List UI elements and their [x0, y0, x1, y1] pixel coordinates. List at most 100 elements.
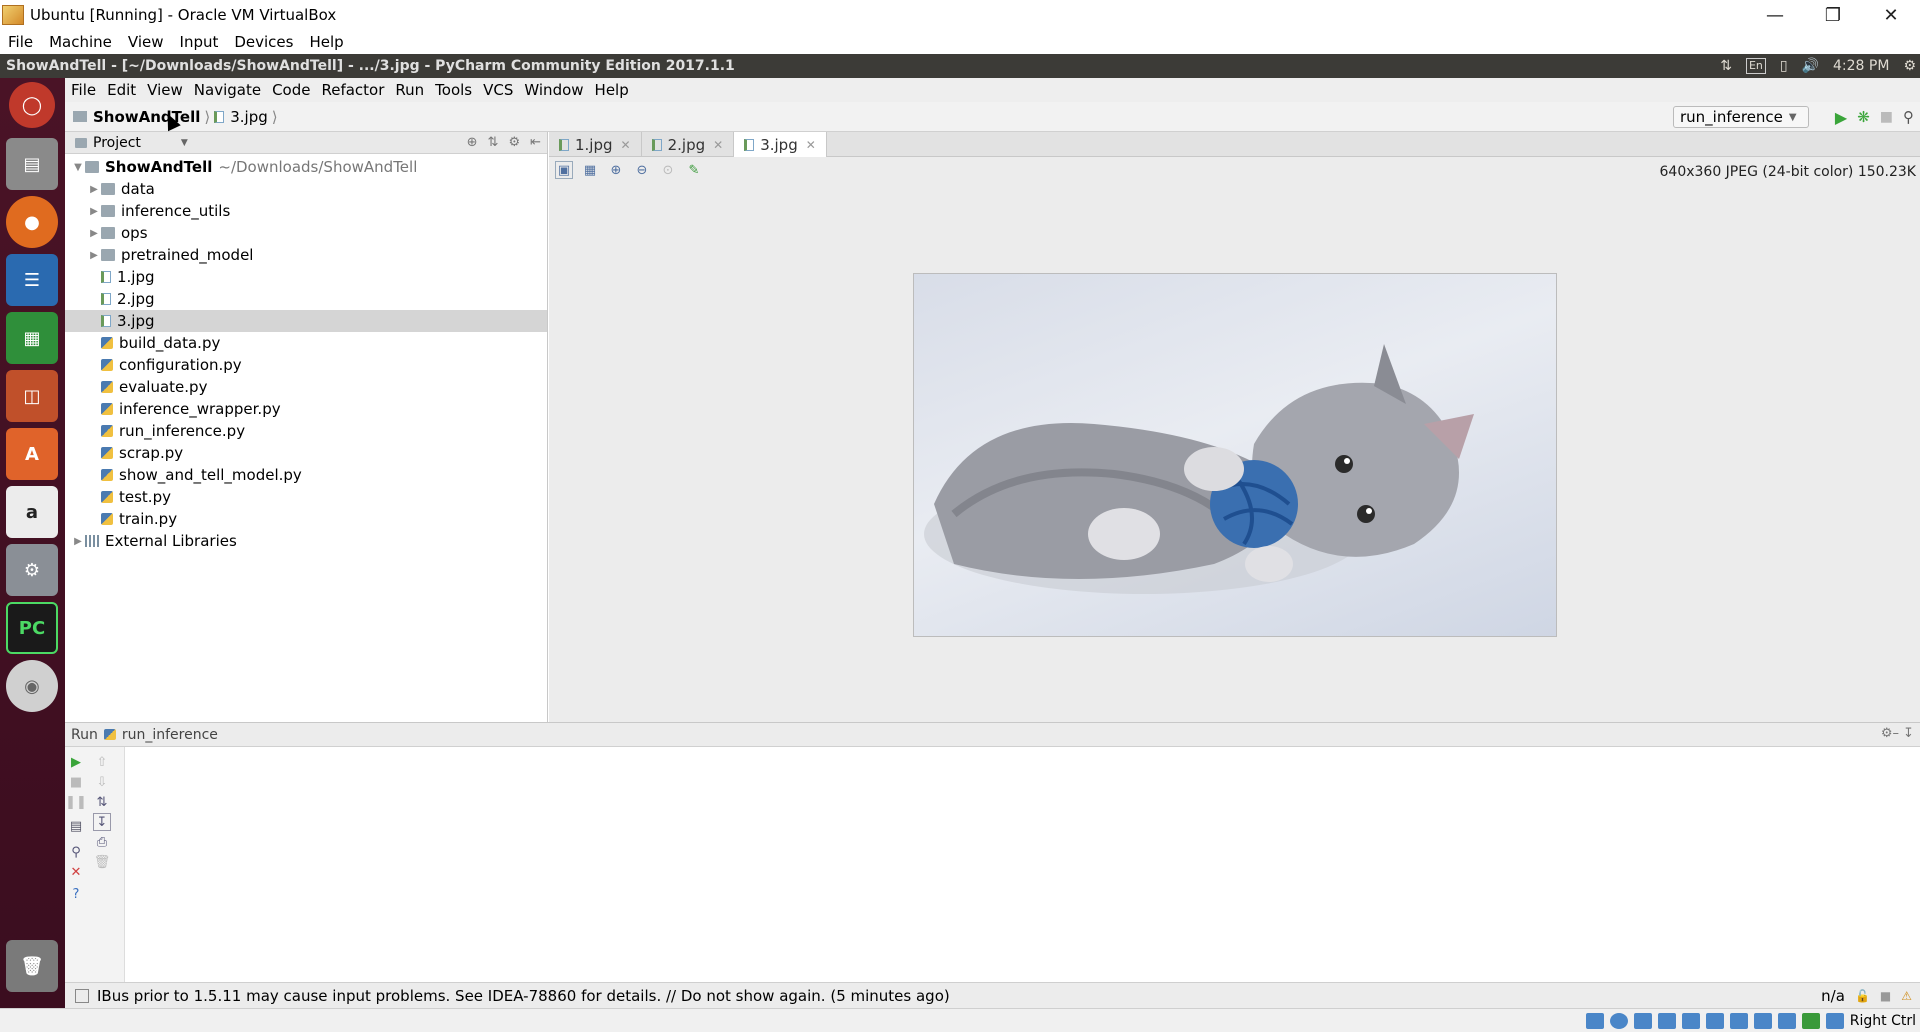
host-menu-devices[interactable]: Devices [234, 33, 293, 51]
host-menu-machine[interactable]: Machine [49, 33, 112, 51]
tree-file-scrap-py[interactable]: scrap.py [65, 442, 547, 464]
tool-windows-icon[interactable] [75, 988, 89, 1003]
run-panel-settings-icon[interactable]: ⚙– ↧ [1881, 726, 1914, 741]
debug-icon[interactable]: ❋ [1857, 108, 1870, 126]
tree-file-run-inference-py[interactable]: run_inference.py [65, 420, 547, 442]
host-menu-file[interactable]: File [8, 33, 33, 51]
tree-file-build-data-py[interactable]: build_data.py [65, 332, 547, 354]
run-icon[interactable]: ▶ [1835, 108, 1847, 127]
menu-view[interactable]: View [147, 81, 183, 99]
status-message[interactable]: IBus prior to 1.5.11 may cause input pro… [97, 987, 950, 1005]
actual-size-icon[interactable]: ⊙ [659, 161, 677, 179]
tree-folder-data[interactable]: ▶ data [65, 178, 547, 200]
trash-icon[interactable]: 🗑 [93, 853, 111, 871]
pycharm-icon[interactable]: PC [6, 602, 58, 654]
host-menu-input[interactable]: Input [180, 33, 219, 51]
system-gear-icon[interactable]: ⚙ [1903, 58, 1916, 74]
network-icon[interactable]: ⇅ [1720, 58, 1732, 74]
tree-file-inference-wrapper-py[interactable]: inference_wrapper.py [65, 398, 547, 420]
tree-file-show-and-tell-model-py[interactable]: show_and_tell_model.py [65, 464, 547, 486]
tree-file-train-py[interactable]: train.py [65, 508, 547, 530]
search-icon[interactable]: ⚲ [1903, 108, 1914, 126]
tab-1-jpg[interactable]: 1.jpg ✕ [549, 132, 642, 157]
breadcrumb-project[interactable]: ShowAndTell [93, 108, 200, 126]
color-picker-icon[interactable]: ✎ [685, 161, 703, 179]
shared-folders-icon[interactable] [1705, 1012, 1724, 1029]
run-configuration-select[interactable]: run_inference ▼ [1673, 106, 1809, 128]
chevron-down-icon[interactable]: ▼ [181, 138, 188, 148]
hide-panel-icon[interactable]: ⇤ [530, 135, 541, 150]
tree-folder-inference-utils[interactable]: ▶ inference_utils [65, 200, 547, 222]
pin-tab-icon[interactable]: ⚲ [67, 843, 85, 861]
print-icon[interactable]: ⎙ [93, 833, 111, 851]
dvd-icon[interactable]: ◉ [6, 660, 58, 712]
menu-file[interactable]: File [71, 81, 96, 99]
restore-button[interactable]: ❐ [1804, 0, 1862, 30]
battery-icon[interactable]: ▯ [1780, 58, 1788, 74]
menu-refactor[interactable]: Refactor [321, 81, 384, 99]
optical-drive-icon[interactable] [1609, 1012, 1628, 1029]
close-tab-icon[interactable]: ✕ [806, 138, 816, 152]
mouse-integration-icon[interactable] [1801, 1012, 1820, 1029]
tab-2-jpg[interactable]: 2.jpg ✕ [642, 132, 735, 157]
tree-file-1-jpg[interactable]: 1.jpg [65, 266, 547, 288]
zoom-in-icon[interactable]: ⊕ [607, 161, 625, 179]
menu-vcs[interactable]: VCS [483, 81, 513, 99]
scroll-to-end-icon[interactable]: ↧ [93, 813, 111, 831]
display-icon[interactable] [1729, 1012, 1748, 1029]
ubuntu-dash-icon[interactable]: ◯ [9, 82, 55, 128]
collapsed-arrow-icon[interactable]: ▶ [87, 228, 101, 239]
tree-folder-pretrained-model[interactable]: ▶ pretrained_model [65, 244, 547, 266]
collapsed-arrow-icon[interactable]: ▶ [87, 206, 101, 217]
collapse-all-icon[interactable]: ⇅ [488, 135, 499, 150]
keyboard-capture-icon[interactable] [1825, 1012, 1844, 1029]
up-arrow-icon[interactable]: ⇧ [93, 753, 111, 771]
menu-code[interactable]: Code [272, 81, 310, 99]
collapsed-arrow-icon[interactable]: ▶ [87, 184, 101, 195]
tree-root[interactable]: ▼ ShowAndTell ~/Downloads/ShowAndTell [65, 156, 547, 178]
system-settings-icon[interactable]: ⚙ [6, 544, 58, 596]
menu-tools[interactable]: Tools [435, 81, 472, 99]
close-icon[interactable]: ✕ [67, 863, 85, 881]
close-tab-icon[interactable]: ✕ [621, 138, 631, 152]
video-capture-icon[interactable] [1753, 1012, 1772, 1029]
tab-3-jpg[interactable]: 3.jpg ✕ [734, 132, 827, 157]
virtualization-icon[interactable] [1777, 1012, 1796, 1029]
breadcrumb-file[interactable]: 3.jpg [230, 108, 268, 126]
software-center-icon[interactable]: A [6, 428, 58, 480]
trash-icon[interactable]: 🗑 [6, 940, 58, 992]
firefox-icon[interactable]: ● [6, 196, 58, 248]
rerun-icon[interactable]: ▶ [67, 753, 85, 771]
restore-layout-icon[interactable]: ▤ [67, 817, 85, 835]
expand-arrow-icon[interactable]: ▼ [71, 162, 85, 173]
grid-toggle-icon[interactable]: ▦ [581, 161, 599, 179]
down-arrow-icon[interactable]: ⇩ [93, 773, 111, 791]
project-panel-title[interactable]: Project [93, 135, 141, 151]
stop-icon[interactable]: ■ [1880, 109, 1893, 125]
volume-icon[interactable]: 🔊 [1802, 58, 1819, 74]
audio-icon[interactable] [1633, 1012, 1652, 1029]
keyboard-layout-indicator[interactable]: En [1745, 58, 1766, 74]
usb-icon[interactable] [1681, 1012, 1700, 1029]
collapsed-arrow-icon[interactable]: ▶ [87, 250, 101, 261]
tree-file-test-py[interactable]: test.py [65, 486, 547, 508]
menu-run[interactable]: Run [395, 81, 424, 99]
menu-navigate[interactable]: Navigate [194, 81, 261, 99]
pause-icon[interactable]: ❚❚ [65, 793, 87, 811]
minimize-button[interactable]: — [1746, 0, 1804, 30]
inspector-icon[interactable]: ■ [1880, 989, 1891, 1003]
writer-icon[interactable]: ☰ [6, 254, 58, 306]
menu-window[interactable]: Window [524, 81, 583, 99]
hard-disk-icon[interactable] [1585, 1012, 1604, 1029]
run-panel-config[interactable]: run_inference [122, 727, 218, 743]
files-icon[interactable]: ▤ [6, 138, 58, 190]
tree-file-evaluate-py[interactable]: evaluate.py [65, 376, 547, 398]
impress-icon[interactable]: ◫ [6, 370, 58, 422]
tree-external-libraries[interactable]: ▶ External Libraries [65, 530, 547, 552]
calc-icon[interactable]: ▦ [6, 312, 58, 364]
menu-help[interactable]: Help [595, 81, 629, 99]
tree-file-2-jpg[interactable]: 2.jpg [65, 288, 547, 310]
clock[interactable]: 4:28 PM [1833, 58, 1889, 74]
zoom-out-icon[interactable]: ⊖ [633, 161, 651, 179]
menu-edit[interactable]: Edit [107, 81, 136, 99]
